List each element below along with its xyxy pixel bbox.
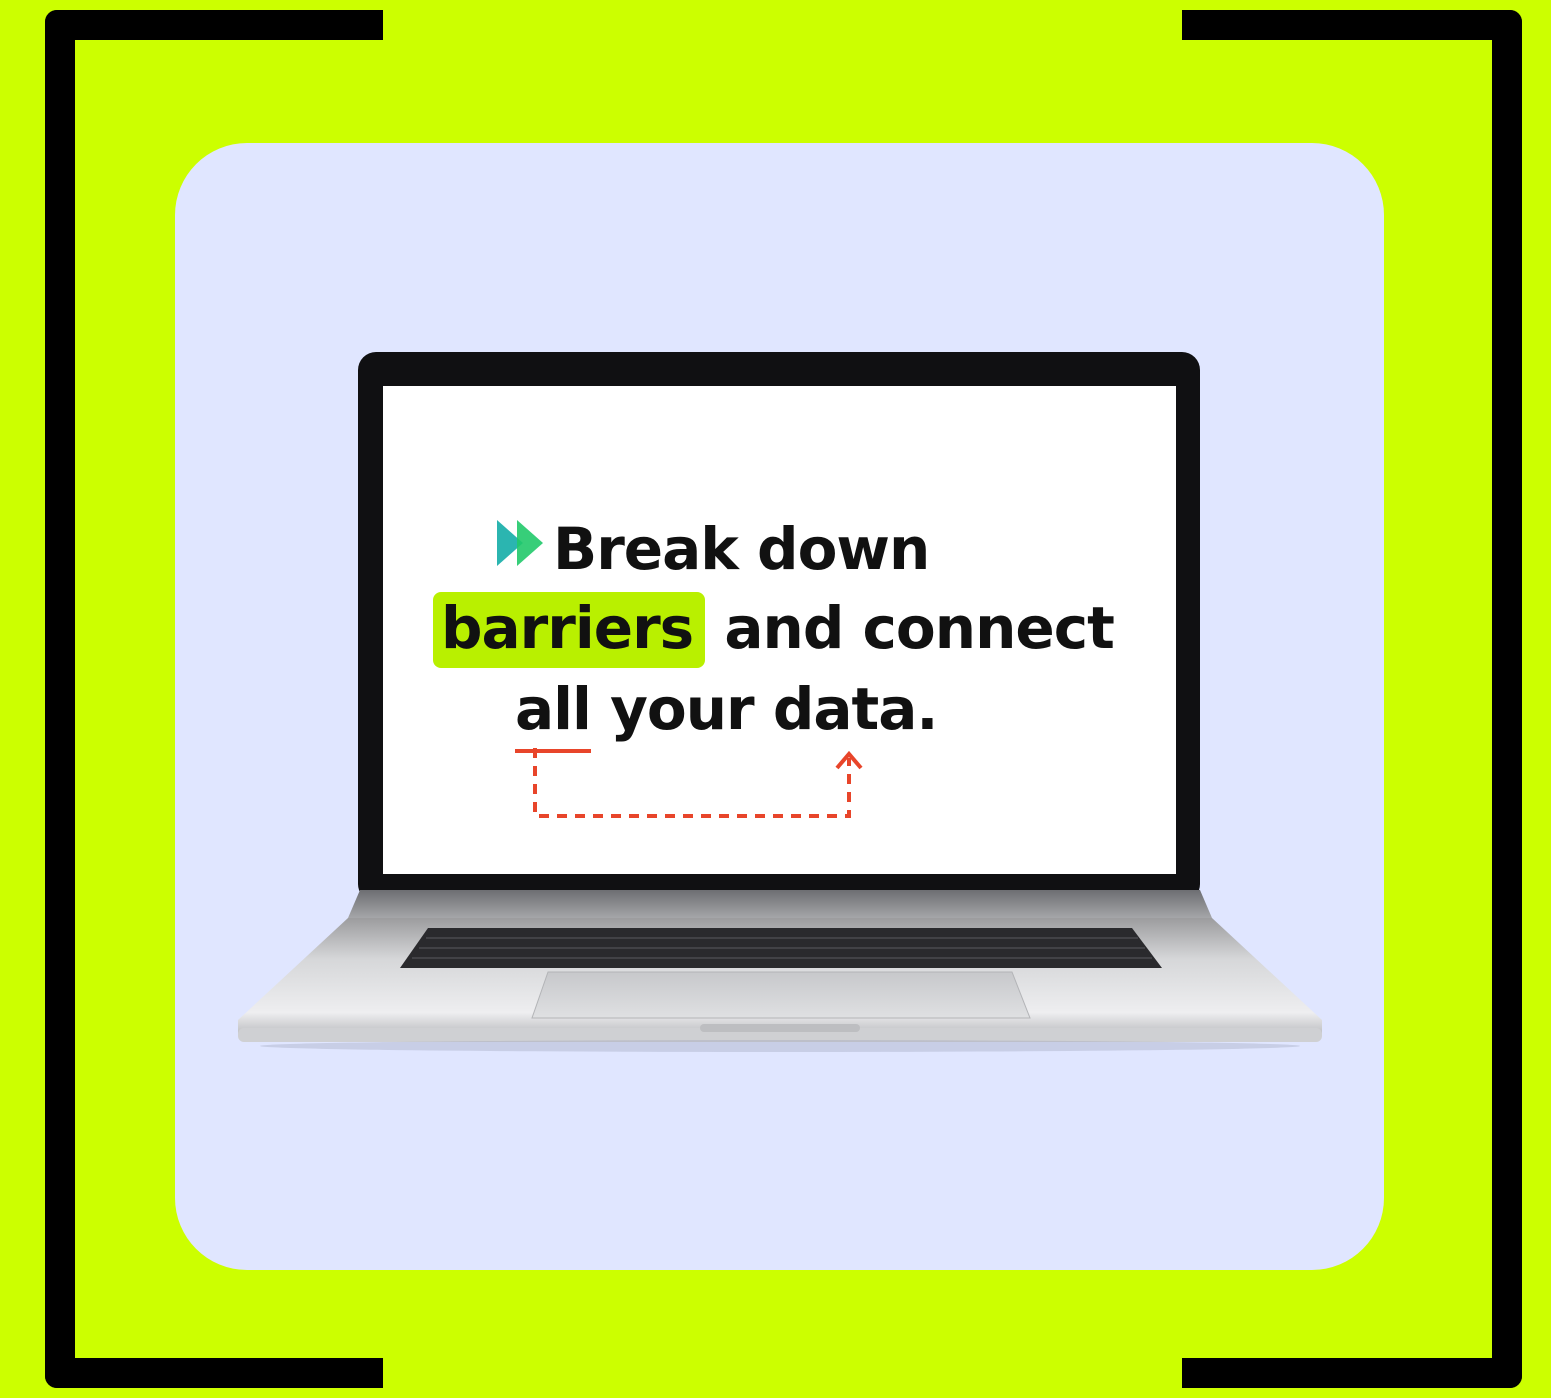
- headline-line-2: barriers and connect: [433, 592, 1115, 668]
- double-play-icon: [497, 520, 543, 566]
- headline-line-2-rest: and connect: [705, 594, 1114, 662]
- headline-line-3-rest: your data.: [590, 675, 938, 743]
- screen-content: Break down barriers and connect all your…: [383, 386, 1176, 874]
- highlighted-word: barriers: [433, 592, 706, 668]
- laptop-trackpad: [531, 971, 1031, 1019]
- laptop-hinge: [348, 890, 1212, 918]
- headline-line-1: Break down: [553, 515, 930, 583]
- headline-line-3: all your data.: [515, 680, 938, 738]
- underlined-word: all: [515, 675, 592, 743]
